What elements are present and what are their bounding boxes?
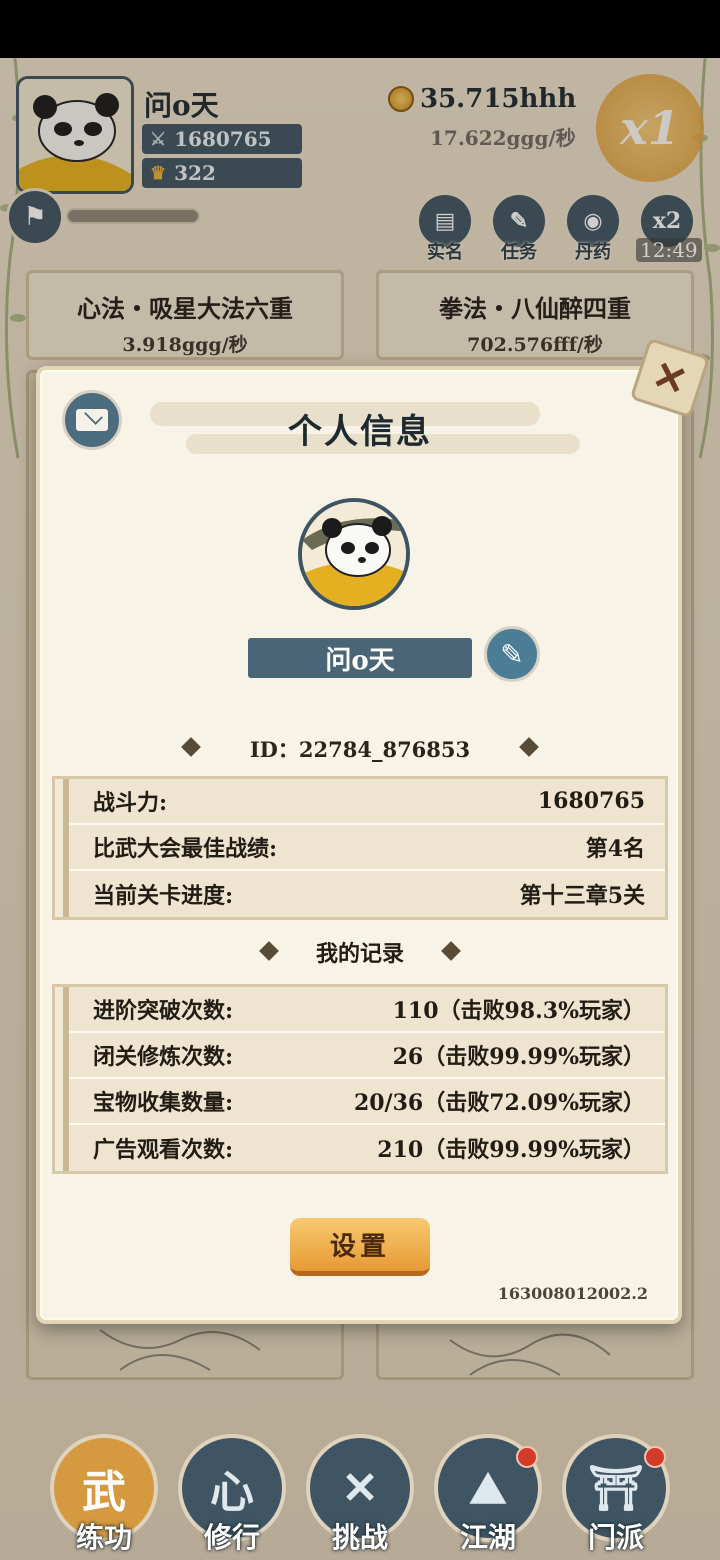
nav-practice-label: 练功 [75, 1521, 132, 1554]
notification-badge [644, 1446, 666, 1468]
stat-row-power: 战斗力: 1680765 [69, 779, 665, 825]
close-icon: ✕ [646, 350, 694, 406]
stat-value: 第4名 [585, 836, 645, 862]
records-title: 我的记录 [315, 941, 404, 967]
stat-value: 第十三章5关 [519, 883, 645, 909]
nav-challenge-label: 挑战 [331, 1521, 388, 1554]
nav-cultivate-label: 修行 [203, 1521, 260, 1554]
edit-name-button[interactable]: ✎ [484, 626, 540, 682]
stat-row-progress: 当前关卡进度: 第十三章5关 [69, 871, 665, 917]
martial-figure-icon: 武 [82, 1467, 126, 1518]
record-value: 26（击败99.99%玩家） [392, 1044, 645, 1070]
status-bar [0, 0, 720, 58]
record-row-seclusion: 闭关修炼次数: 26（击败99.99%玩家） [69, 1033, 665, 1079]
stats-table: 战斗力: 1680765 比武大会最佳战绩: 第4名 当前关卡进度: 第十三章5… [52, 776, 668, 920]
player-id: ID：22784_876853 [249, 737, 471, 762]
mountain-icon: ⛰ [469, 1462, 507, 1514]
record-value: 210（击败99.99%玩家） [377, 1137, 645, 1163]
stat-label: 战斗力: [93, 790, 168, 816]
stat-value: 1680765 [537, 788, 645, 814]
records-table: 进阶突破次数: 110（击败98.3%玩家） 闭关修炼次数: 26（击败99.9… [52, 984, 668, 1174]
stat-row-tournament: 比武大会最佳战绩: 第4名 [69, 825, 665, 871]
edit-icon: ✎ [500, 637, 524, 671]
crossed-swords-icon: ✕ [341, 1462, 379, 1514]
heart-glyph-icon: 心 [210, 1467, 254, 1518]
nav-jianghu-label: 江湖 [459, 1521, 516, 1554]
profile-avatar[interactable] [298, 498, 410, 610]
record-value: 20/36（击败72.09%玩家） [353, 1090, 645, 1116]
gate-icon: ⛩ [588, 1463, 644, 1514]
stat-label: 比武大会最佳战绩: [93, 836, 278, 862]
record-value: 110（击败98.3%玩家） [392, 998, 645, 1024]
record-label: 宝物收集数量: [93, 1090, 234, 1116]
record-row-breakthrough: 进阶突破次数: 110（击败98.3%玩家） [69, 987, 665, 1033]
mail-button[interactable] [62, 390, 122, 450]
record-label: 进阶突破次数: [93, 998, 234, 1024]
record-label: 广告观看次数: [93, 1137, 234, 1163]
envelope-icon [76, 409, 108, 431]
nav-sect-label: 门派 [587, 1521, 644, 1554]
name-field[interactable]: 问o天 [248, 638, 472, 678]
notification-badge [516, 1446, 538, 1468]
version-text: 163008012002.2 [497, 1284, 648, 1303]
settings-button[interactable]: 设置 [290, 1218, 430, 1276]
record-label: 闭关修炼次数: [93, 1044, 234, 1070]
modal-title: 个人信息 [288, 412, 432, 452]
panda-avatar-icon [302, 502, 406, 606]
record-row-ads: 广告观看次数: 210（击败99.99%玩家） [69, 1125, 665, 1171]
bottom-nav: 武 练功 心 修行 ✕ 挑战 ⛰ 江湖 ⛩ 门派 [0, 1400, 720, 1560]
stat-label: 当前关卡进度: [93, 883, 234, 909]
record-row-treasure: 宝物收集数量: 20/36（击败72.09%玩家） [69, 1079, 665, 1125]
